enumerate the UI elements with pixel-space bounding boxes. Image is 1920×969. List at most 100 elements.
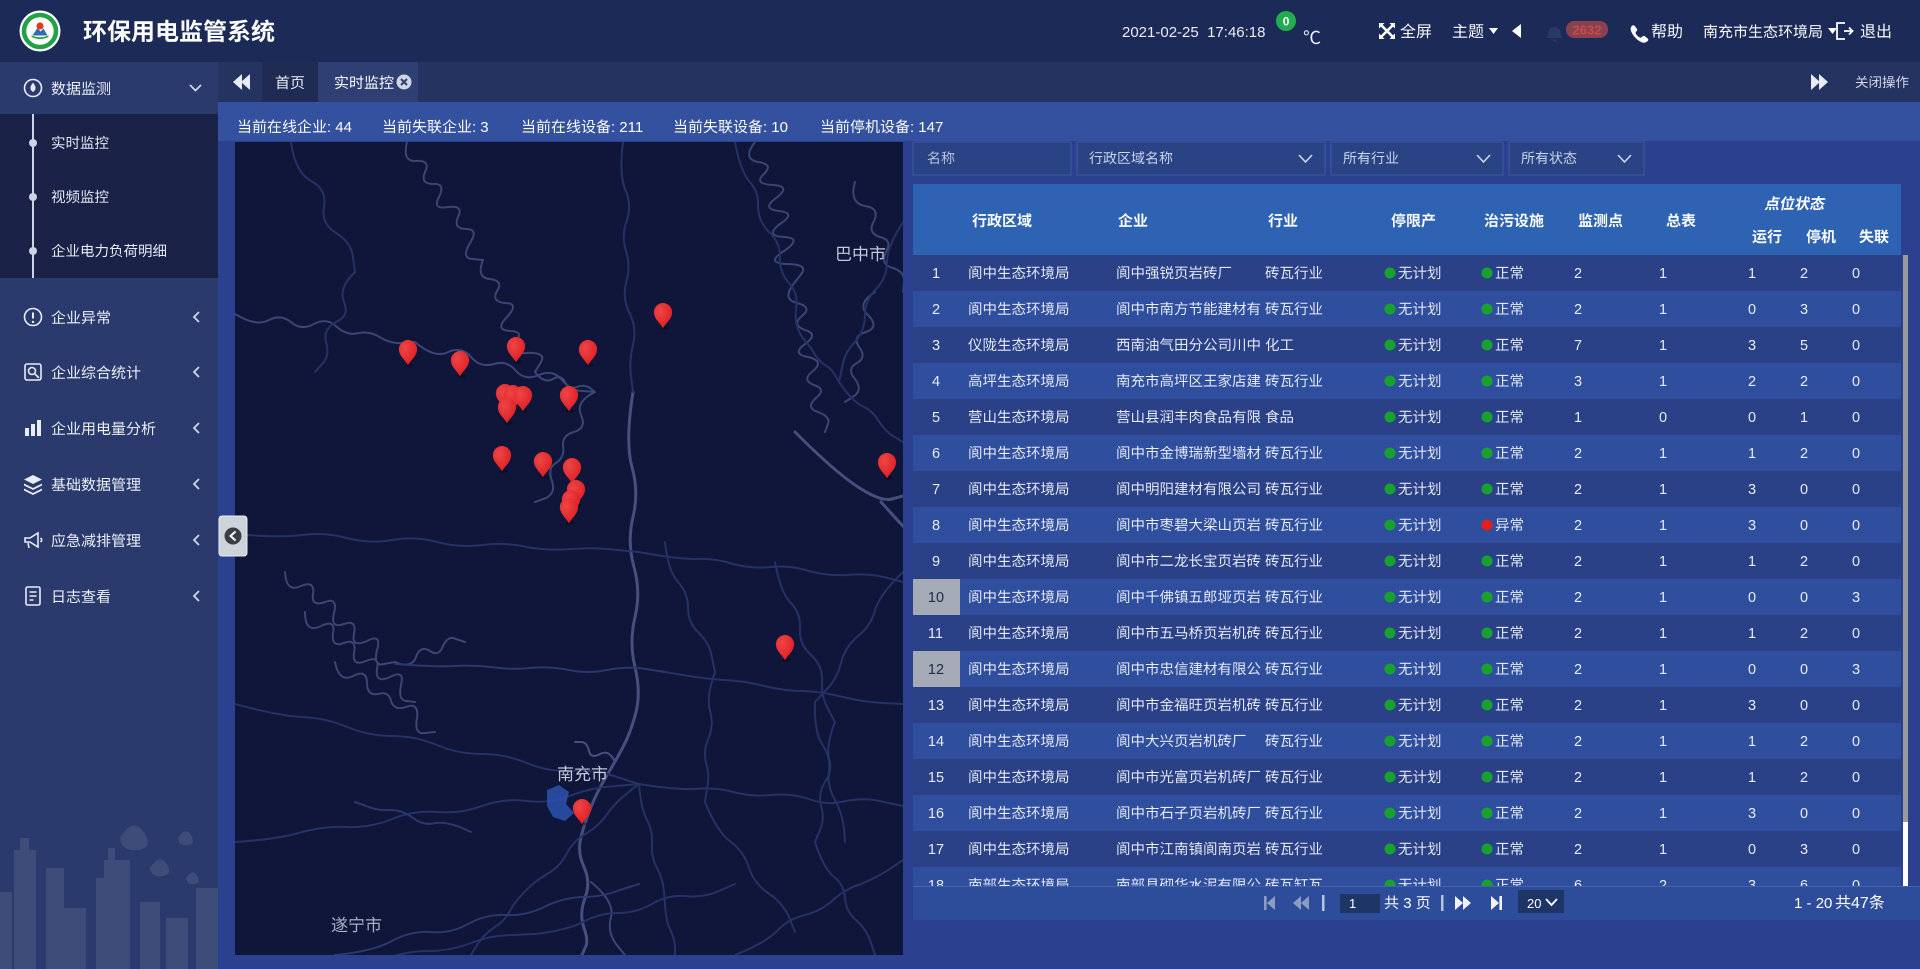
- svg-text:0: 0: [1852, 554, 1860, 570]
- svg-text:15: 15: [928, 770, 944, 786]
- svg-text:10: 10: [771, 119, 788, 136]
- svg-text:0: 0: [1852, 770, 1860, 786]
- svg-text:0: 0: [1852, 338, 1860, 354]
- svg-text:0: 0: [1800, 662, 1808, 678]
- svg-text:3: 3: [1574, 374, 1582, 390]
- svg-text:7: 7: [932, 482, 940, 498]
- svg-text:1: 1: [1659, 302, 1667, 318]
- svg-text:3: 3: [480, 119, 488, 136]
- svg-text:13: 13: [928, 698, 944, 714]
- svg-text:1: 1: [1659, 770, 1667, 786]
- svg-text:7: 7: [1574, 338, 1582, 354]
- svg-text:1: 1: [1748, 266, 1756, 282]
- svg-text:2: 2: [1574, 518, 1582, 534]
- svg-text:3: 3: [1852, 590, 1860, 606]
- svg-text:0: 0: [1852, 302, 1860, 318]
- svg-text:1: 1: [1659, 266, 1667, 282]
- svg-text:1: 1: [1748, 554, 1756, 570]
- svg-text:2: 2: [1800, 734, 1808, 750]
- svg-text:2: 2: [1574, 842, 1582, 858]
- svg-text:0: 0: [1852, 266, 1860, 282]
- svg-text:20: 20: [1527, 896, 1541, 911]
- svg-text:3: 3: [932, 338, 940, 354]
- svg-text:2: 2: [1800, 770, 1808, 786]
- svg-text:0: 0: [1852, 446, 1860, 462]
- svg-text:0: 0: [1748, 302, 1756, 318]
- svg-text:1: 1: [1659, 338, 1667, 354]
- svg-text:1: 1: [1659, 626, 1667, 642]
- svg-text:1: 1: [1659, 698, 1667, 714]
- svg-text:0: 0: [1748, 410, 1756, 426]
- svg-text:3: 3: [1748, 806, 1756, 822]
- svg-text:0: 0: [1748, 842, 1756, 858]
- svg-text:2: 2: [1574, 662, 1582, 678]
- svg-text:2: 2: [1574, 302, 1582, 318]
- svg-text:1: 1: [1574, 410, 1582, 426]
- svg-text:0: 0: [1852, 482, 1860, 498]
- svg-text:2: 2: [1574, 626, 1582, 642]
- svg-text:10: 10: [928, 590, 944, 606]
- svg-text::: :: [611, 119, 615, 136]
- svg-text:1: 1: [1659, 554, 1667, 570]
- svg-text:2: 2: [1574, 770, 1582, 786]
- svg-text:0: 0: [1800, 590, 1808, 606]
- svg-text:2021-02-25: 2021-02-25: [1122, 24, 1199, 41]
- svg-text:1: 1: [1748, 626, 1756, 642]
- svg-text:3: 3: [1748, 482, 1756, 498]
- svg-text:3: 3: [1748, 698, 1756, 714]
- svg-text:2: 2: [1574, 554, 1582, 570]
- svg-text:3: 3: [1748, 518, 1756, 534]
- svg-text:0: 0: [1800, 698, 1808, 714]
- svg-text:0: 0: [1852, 806, 1860, 822]
- svg-text:2: 2: [1574, 482, 1582, 498]
- svg-text:1: 1: [1659, 806, 1667, 822]
- svg-text:9: 9: [932, 554, 940, 570]
- svg-text:3: 3: [1748, 338, 1756, 354]
- svg-text:47: 47: [1851, 895, 1869, 912]
- svg-text:0: 0: [1800, 482, 1808, 498]
- svg-text:1: 1: [1659, 374, 1667, 390]
- svg-text:1: 1: [1748, 446, 1756, 462]
- svg-text:211: 211: [619, 119, 643, 136]
- svg-text:1: 1: [1349, 896, 1356, 911]
- svg-text:2: 2: [932, 302, 940, 318]
- svg-text:0: 0: [1852, 698, 1860, 714]
- svg-text:1: 1: [1748, 734, 1756, 750]
- svg-text::: :: [472, 119, 476, 136]
- svg-text:0: 0: [1852, 518, 1860, 534]
- svg-text:1: 1: [932, 266, 940, 282]
- svg-text:0: 0: [1852, 374, 1860, 390]
- svg-text:12: 12: [928, 662, 944, 678]
- svg-text:2: 2: [1748, 374, 1756, 390]
- svg-text:0: 0: [1852, 734, 1860, 750]
- svg-text:2632: 2632: [1573, 23, 1602, 38]
- svg-text:17: 17: [928, 842, 944, 858]
- svg-text:-: -: [1807, 895, 1812, 912]
- svg-text:5: 5: [1800, 338, 1808, 354]
- svg-text::: :: [763, 119, 767, 136]
- svg-text:3: 3: [1800, 302, 1808, 318]
- svg-text:3: 3: [1800, 842, 1808, 858]
- svg-text:1: 1: [1800, 410, 1808, 426]
- svg-text:16: 16: [928, 806, 944, 822]
- svg-text:2: 2: [1574, 590, 1582, 606]
- svg-text:3: 3: [1403, 895, 1411, 912]
- svg-text:0: 0: [1852, 410, 1860, 426]
- svg-text:2: 2: [1800, 374, 1808, 390]
- svg-text:1: 1: [1659, 842, 1667, 858]
- svg-text:0: 0: [1800, 806, 1808, 822]
- svg-text:2: 2: [1800, 446, 1808, 462]
- svg-text:1: 1: [1748, 770, 1756, 786]
- svg-text:3: 3: [1852, 662, 1860, 678]
- svg-text:1: 1: [1659, 446, 1667, 462]
- svg-text:17:46:18: 17:46:18: [1207, 24, 1265, 41]
- svg-text:2: 2: [1574, 446, 1582, 462]
- svg-text:1: 1: [1659, 734, 1667, 750]
- svg-text:1: 1: [1659, 518, 1667, 534]
- svg-text:1: 1: [1659, 662, 1667, 678]
- svg-text:14: 14: [928, 734, 944, 750]
- svg-text:1: 1: [1659, 590, 1667, 606]
- svg-text:0: 0: [1659, 410, 1667, 426]
- svg-text:1: 1: [1659, 482, 1667, 498]
- svg-text:11: 11: [928, 626, 943, 642]
